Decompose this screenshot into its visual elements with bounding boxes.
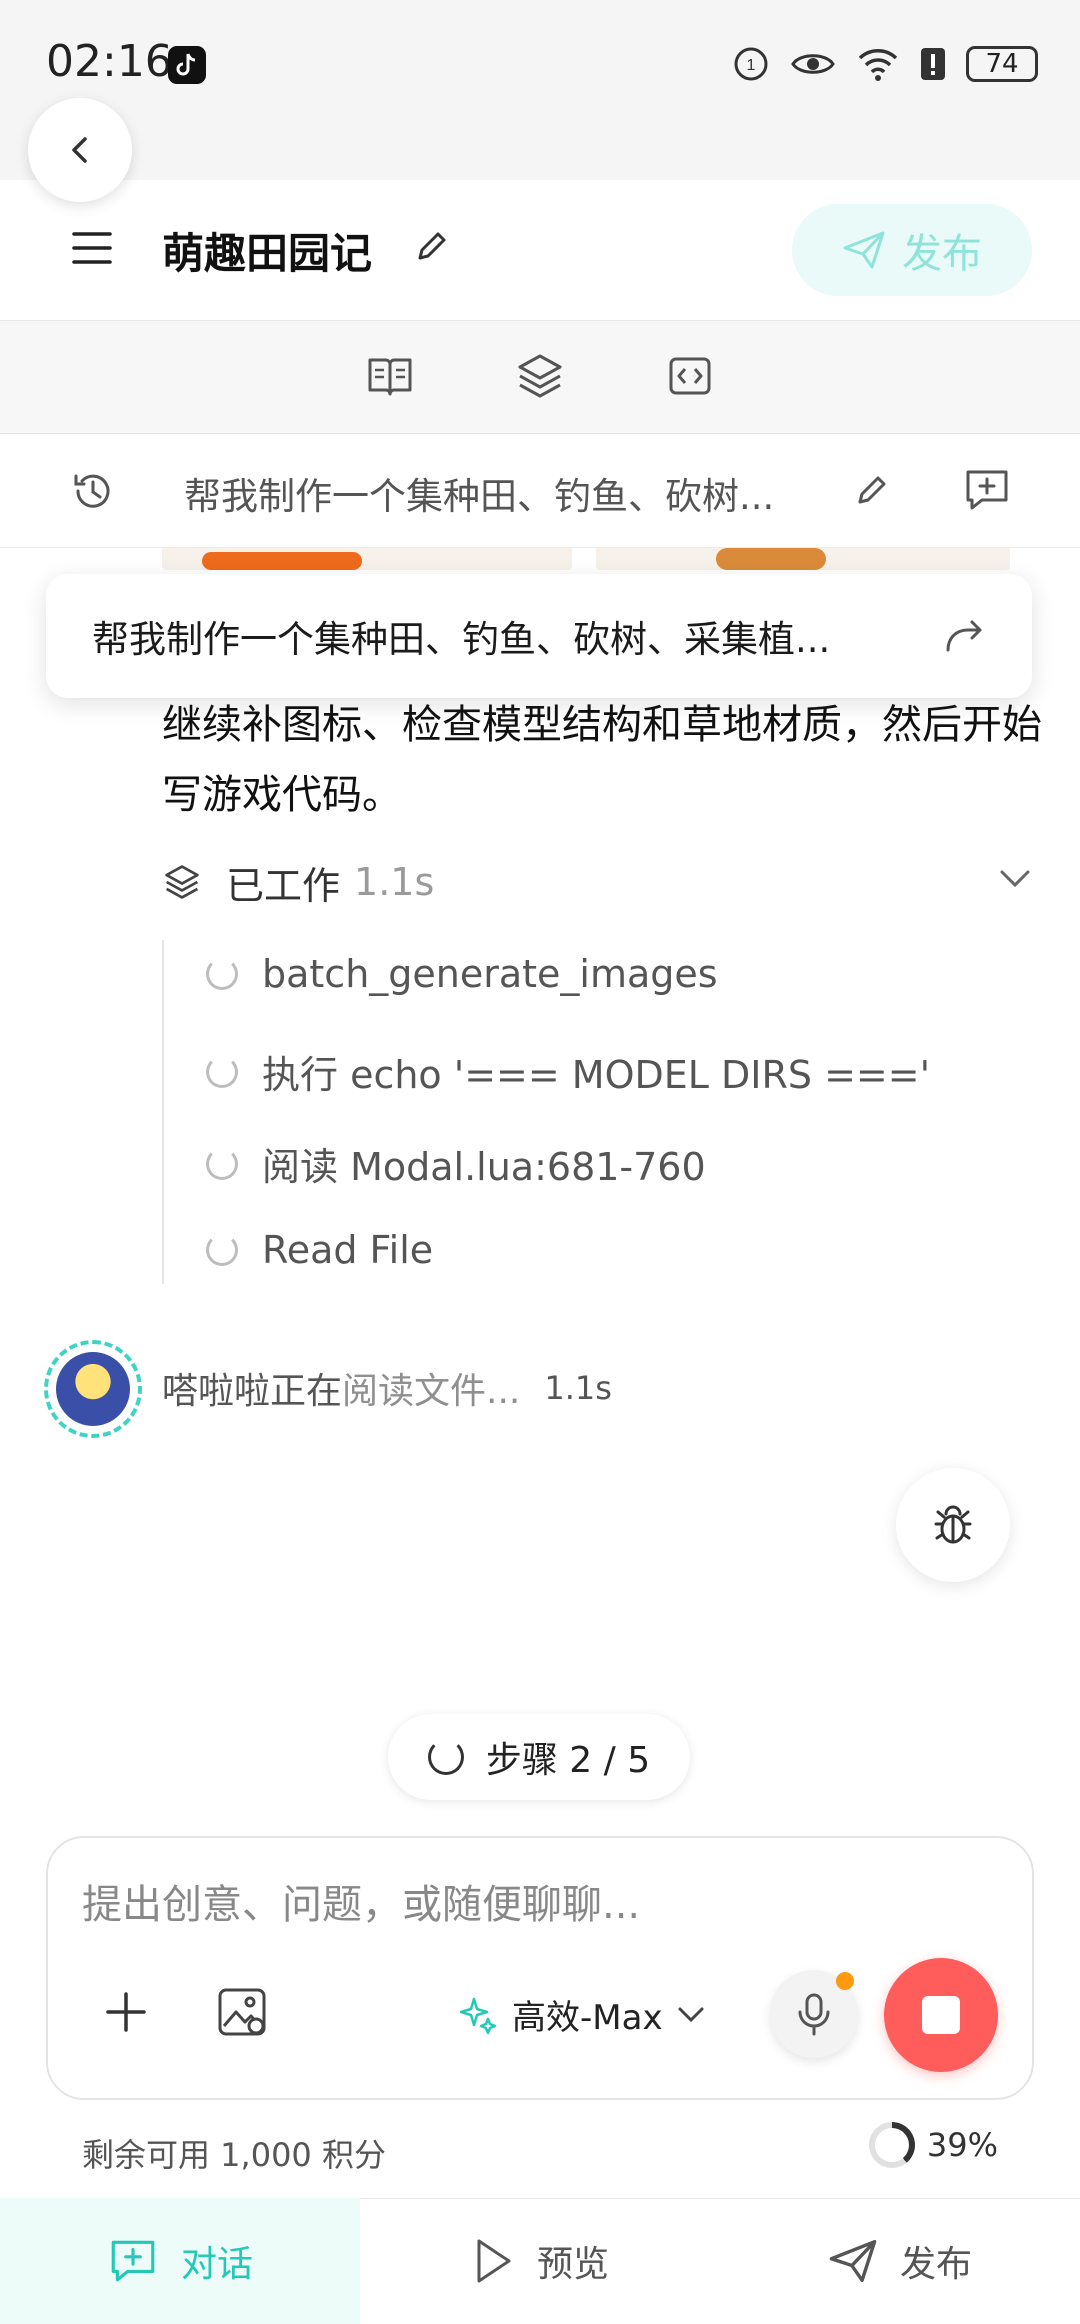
microphone-icon — [798, 1993, 830, 2036]
status-bar — [0, 0, 1080, 180]
loading-spinner-icon — [206, 958, 238, 990]
task-label: batch_generate_images — [262, 952, 718, 996]
session-title[interactable]: 帮我制作一个集种田、钓鱼、砍树... — [184, 466, 834, 520]
step-progress-pill: 步骤 2 / 5 — [388, 1714, 690, 1800]
chat-plus-icon — [966, 470, 1008, 510]
bug-icon — [934, 1505, 972, 1544]
send-icon — [843, 231, 885, 269]
page-title: 萌趣田园记 — [162, 229, 373, 278]
image-thumbnail[interactable] — [162, 548, 572, 570]
menu-button[interactable] — [72, 230, 112, 266]
agent-status-action: 阅读文件... — [342, 1371, 521, 1412]
sparkle-icon — [459, 1997, 497, 2034]
task-label: 阅读 Modal.lua:681-760 — [262, 1145, 706, 1189]
progress-ring-icon — [868, 2122, 915, 2168]
tab-preview[interactable]: 预览 — [360, 2198, 720, 2324]
layers-button[interactable] — [514, 350, 566, 402]
history-button[interactable] — [70, 468, 116, 514]
new-chat-button[interactable] — [962, 466, 1012, 514]
message-input[interactable]: 提出创意、问题，或随便聊聊... — [82, 1872, 640, 1930]
loading-spinner-icon — [206, 1147, 238, 1180]
chevron-left-icon — [72, 137, 87, 163]
model-selector[interactable]: 高效-Max — [458, 1990, 705, 2039]
send-icon — [829, 2239, 877, 2283]
worked-label: 已工作 — [226, 863, 341, 908]
add-attachment-button[interactable] — [102, 1988, 150, 2036]
loading-spinner-icon — [427, 1739, 464, 1775]
task-item: 执行 echo '=== MODEL DIRS ===' — [206, 1044, 930, 1099]
battery-indicator: 74 — [966, 46, 1038, 82]
sticky-prompt-text: 帮我制作一个集种田、钓鱼、砍树、采集植... — [92, 618, 831, 661]
docs-button[interactable] — [364, 350, 416, 402]
steps-label: 步骤 2 / 5 — [485, 1740, 651, 1781]
loading-spinner-icon — [206, 1234, 238, 1266]
task-label: 执行 echo '=== MODEL DIRS ===' — [262, 1053, 931, 1097]
loading-spinner-icon — [206, 1055, 238, 1088]
image-settings-icon — [218, 1988, 266, 2036]
task-item: 阅读 Modal.lua:681-760 — [206, 1136, 706, 1191]
publish-label: 发布 — [902, 231, 982, 277]
edit-session-button[interactable] — [852, 470, 894, 512]
plus-icon — [106, 1992, 146, 2032]
assistant-message-text: 继续补图标、检查模型结构和草地材质，然后开始写游戏代码。 — [162, 702, 1042, 818]
status-icons: 1 74 — [732, 40, 1038, 88]
tab-preview-label: 预览 — [536, 2244, 609, 2285]
worked-duration: 1.1s — [354, 860, 435, 904]
status-time: 02:16 — [46, 36, 173, 87]
credits-remaining: 剩余可用 1,000 积分 — [82, 2136, 386, 2174]
alert-icon — [921, 48, 945, 80]
pencil-icon — [858, 476, 886, 504]
jump-arrow-icon[interactable] — [942, 616, 986, 656]
stop-generation-button[interactable] — [884, 1958, 998, 2072]
chat-plus-icon — [111, 2240, 155, 2282]
worked-summary[interactable]: 已工作 1.1s — [162, 856, 434, 908]
pencil-icon — [418, 232, 446, 260]
book-icon — [368, 358, 412, 396]
image-thumbnail[interactable] — [596, 548, 1010, 570]
task-list: batch_generate_images 执行 echo '=== MODEL… — [162, 940, 930, 1284]
svg-text:1: 1 — [747, 57, 756, 74]
tab-chat-label: 对话 — [180, 2244, 253, 2285]
layers-icon — [518, 354, 562, 398]
play-icon — [477, 2239, 511, 2283]
task-item: Read File — [206, 1228, 433, 1272]
history-icon — [74, 474, 110, 508]
wifi-icon — [858, 49, 898, 81]
model-label: 高效-Max — [512, 1998, 663, 2038]
tiktok-icon — [168, 46, 206, 84]
debug-button[interactable] — [896, 1468, 1010, 1582]
code-icon — [669, 357, 711, 395]
eye-icon — [791, 54, 835, 74]
tab-publish[interactable]: 发布 — [720, 2198, 1080, 2324]
agent-avatar — [44, 1340, 142, 1438]
tab-publish-label: 发布 — [899, 2244, 972, 2285]
task-label: Read File — [262, 1228, 434, 1272]
menu-icon — [72, 232, 112, 264]
usage-percent: 39% — [926, 2126, 998, 2164]
tab-chat[interactable]: 对话 — [0, 2198, 360, 2324]
layers-icon — [165, 865, 199, 899]
agent-status-prefix: 嗒啦啦正在 — [162, 1371, 343, 1412]
image-upload-button[interactable] — [216, 1986, 268, 2042]
sticky-prompt-banner[interactable]: 帮我制作一个集种田、钓鱼、砍树、采集植... — [46, 574, 1032, 698]
task-item: batch_generate_images — [206, 952, 718, 996]
edit-title-button[interactable] — [412, 226, 456, 270]
chevron-down-icon — [1000, 870, 1030, 888]
back-button[interactable] — [28, 98, 132, 202]
publish-button[interactable]: 发布 — [792, 204, 1032, 296]
expand-worked-button[interactable] — [998, 868, 1032, 894]
stop-icon — [922, 1996, 960, 2034]
agent-status-duration: 1.1s — [544, 1369, 612, 1407]
code-button[interactable] — [664, 350, 716, 402]
usage-indicator: 39% — [868, 2122, 998, 2168]
chevron-down-icon — [678, 2007, 704, 2022]
agent-status: 嗒啦啦正在阅读文件... 1.1s — [162, 1362, 612, 1414]
data-saver-icon: 1 — [734, 47, 768, 81]
notification-dot — [836, 1972, 854, 1990]
